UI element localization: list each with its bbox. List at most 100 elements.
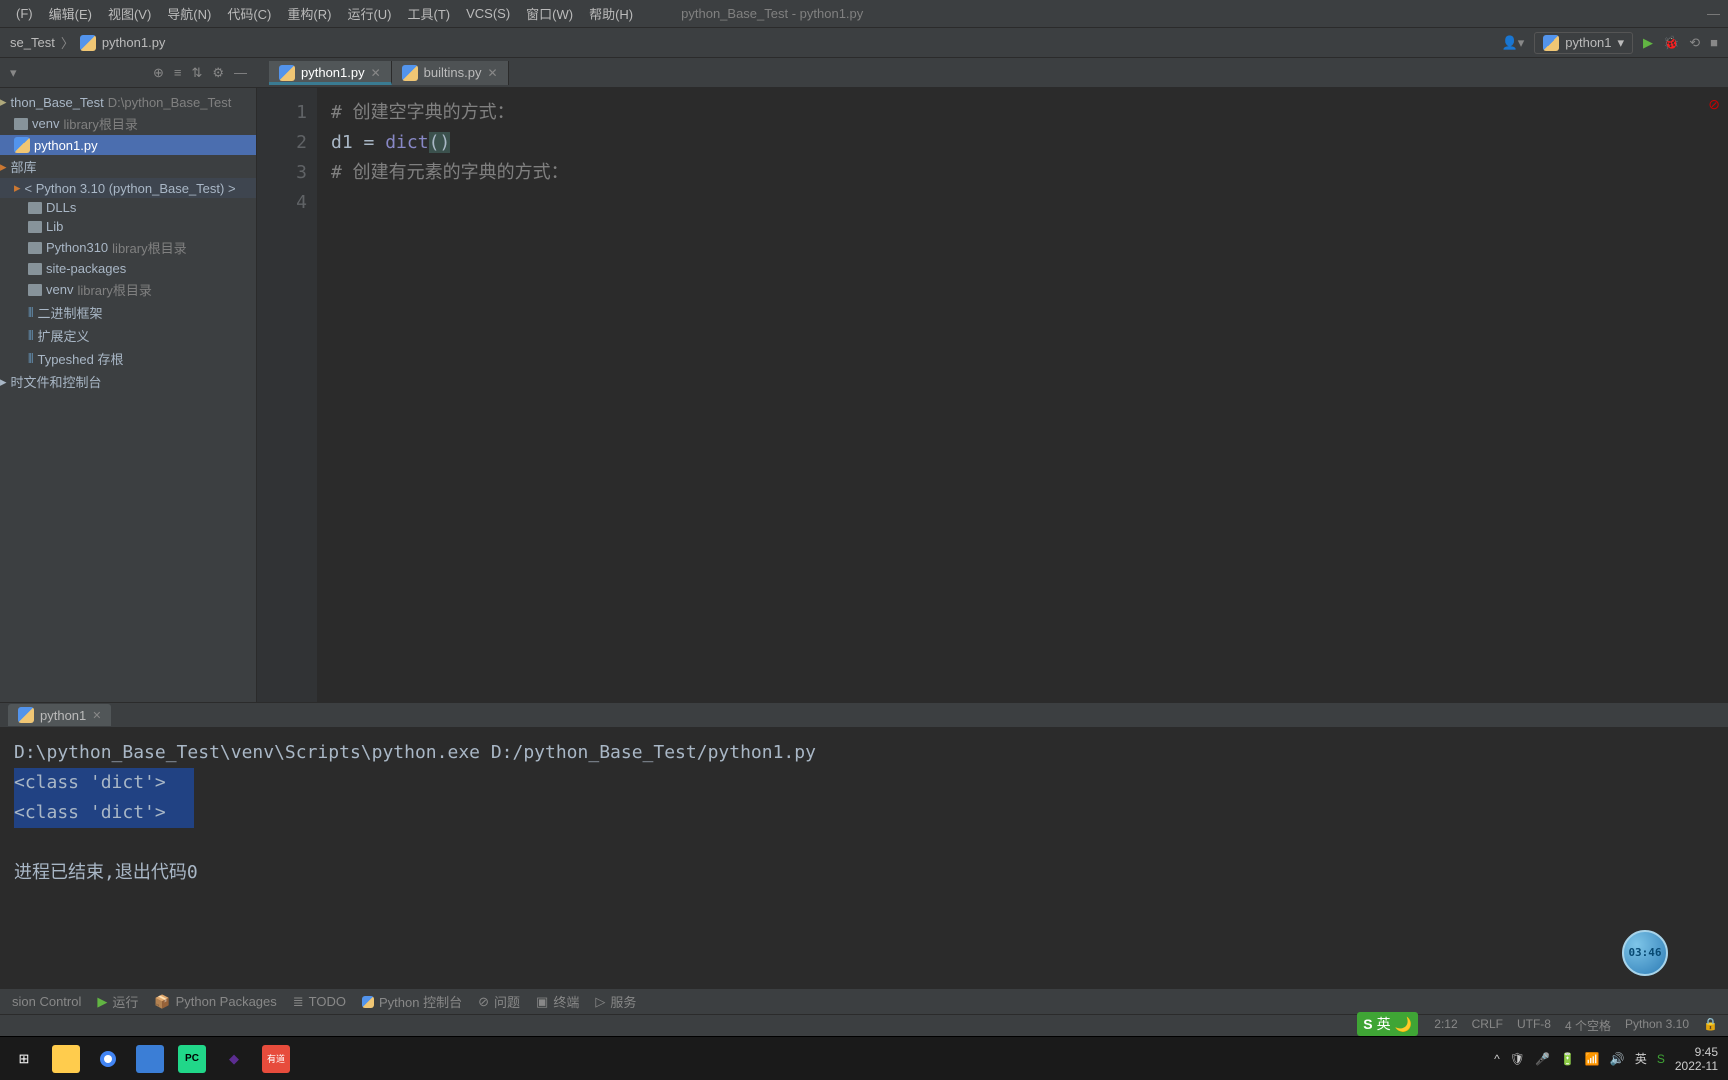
line-number: 1 — [273, 98, 307, 128]
breadcrumb[interactable]: se_Test 〉 python1.py — [10, 33, 1502, 52]
run-config-label: python1 — [1565, 35, 1611, 50]
run-console[interactable]: D:\python_Base_Test\venv\Scripts\python.… — [0, 728, 1728, 988]
gear-icon[interactable]: ⚙ — [212, 65, 224, 81]
tree-item[interactable]: Lib — [0, 217, 256, 236]
menu-tools[interactable]: 工具(T) — [399, 0, 458, 27]
debug-button[interactable]: 🐞 — [1663, 35, 1679, 51]
tree-item[interactable]: ⫴ 二进制框架 — [0, 301, 256, 324]
status-interpreter[interactable]: Python 3.10 — [1625, 1017, 1689, 1034]
status-lock-icon[interactable]: 🔒 — [1703, 1017, 1718, 1034]
tool-services[interactable]: ▷服务 — [595, 992, 636, 1011]
taskbar-chrome[interactable] — [94, 1045, 122, 1073]
ime-badge[interactable]: S英🌙 — [1357, 1012, 1418, 1036]
stubs-icon: ⫴ — [28, 351, 33, 367]
win-minimize[interactable]: — — [1707, 6, 1720, 21]
run-with-coverage-button[interactable]: ⟲ — [1689, 35, 1700, 51]
tray-mic-icon[interactable]: 🎤 — [1535, 1052, 1550, 1066]
breadcrumb-root[interactable]: se_Test — [10, 35, 55, 50]
breadcrumb-file[interactable]: python1.py — [102, 35, 166, 50]
tool-python-console[interactable]: Python 控制台 — [362, 992, 462, 1011]
console-line[interactable]: <class 'dict'> — [14, 768, 1714, 798]
tree-item[interactable]: ⫴ Typeshed 存根 — [0, 347, 256, 370]
menu-run[interactable]: 运行(U) — [339, 0, 399, 27]
taskbar-explorer[interactable] — [52, 1045, 80, 1073]
code-content[interactable]: # 创建空字典的方式：d1 = dict()# 创建有元素的字典的方式： — [317, 88, 1728, 702]
tree-label: venv — [46, 282, 73, 297]
editor-tab-python1[interactable]: python1.py ✕ — [269, 61, 392, 85]
tree-item[interactable]: Python310 library根目录 — [0, 236, 256, 259]
console-line[interactable]: <class 'dict'> — [14, 798, 1714, 828]
tree-item[interactable]: ▸ 时文件和控制台 — [0, 370, 256, 393]
code-line[interactable]: # 创建有元素的字典的方式： — [331, 158, 1714, 188]
menu-refactor[interactable]: 重构(R) — [279, 0, 339, 27]
menu-help[interactable]: 帮助(H) — [581, 0, 641, 27]
tool-python-packages[interactable]: 📦Python Packages — [154, 994, 276, 1010]
run-tab-python1[interactable]: python1 ✕ — [8, 704, 111, 726]
taskbar-youdao[interactable]: 有道 — [262, 1045, 290, 1073]
tool-version-control[interactable]: sion Control — [12, 994, 81, 1009]
minimize-panel-icon[interactable]: — — [234, 65, 247, 80]
collapse-all-icon[interactable]: ≡ — [174, 65, 182, 80]
run-button[interactable]: ▶ — [1643, 35, 1653, 51]
console-line[interactable]: 进程已结束,退出代码0 — [14, 858, 1714, 888]
run-configuration-selector[interactable]: python1 ▾ — [1534, 32, 1633, 54]
code-line[interactable]: # 创建空字典的方式： — [331, 98, 1714, 128]
taskbar-vscode[interactable]: ◆ — [220, 1045, 248, 1073]
tree-item[interactable]: site-packages — [0, 259, 256, 278]
tree-label: DLLs — [46, 200, 76, 215]
code-editor[interactable]: 1234 # 创建空字典的方式：d1 = dict()# 创建有元素的字典的方式… — [257, 88, 1728, 702]
status-line-separator[interactable]: CRLF — [1472, 1017, 1503, 1034]
tree-item[interactable]: python1.py — [0, 135, 256, 155]
tray-sogou-icon[interactable]: S — [1657, 1052, 1665, 1066]
chevron-down-icon: ▾ — [1618, 35, 1625, 51]
status-indent[interactable]: 4 个空格 — [1565, 1017, 1611, 1034]
locate-icon[interactable]: ⊕ — [153, 65, 164, 81]
tree-item[interactable]: ▸ 部库 — [0, 155, 256, 178]
stop-button[interactable]: ■ — [1710, 35, 1718, 50]
project-tree[interactable]: ▸ thon_Base_Test D:\python_Base_Test ven… — [0, 88, 256, 702]
close-tab-icon[interactable]: ✕ — [487, 66, 497, 80]
console-line[interactable]: D:\python_Base_Test\venv\Scripts\python.… — [14, 738, 1714, 768]
code-line[interactable] — [331, 188, 1714, 218]
menu-navigate[interactable]: 导航(N) — [159, 0, 219, 27]
menu-file[interactable]: (F) — [8, 2, 41, 25]
status-cursor-position[interactable]: 2:12 — [1434, 1017, 1457, 1034]
status-encoding[interactable]: UTF-8 — [1517, 1017, 1551, 1034]
tree-item[interactable]: ⫴ 扩展定义 — [0, 324, 256, 347]
tool-problems[interactable]: ⊘问题 — [478, 992, 520, 1011]
menu-vcs[interactable]: VCS(S) — [458, 2, 518, 25]
tray-wifi-icon[interactable]: 📶 — [1585, 1052, 1600, 1066]
tray-battery-icon[interactable]: 🔋 — [1560, 1052, 1575, 1066]
tool-todo[interactable]: ≣TODO — [293, 994, 346, 1010]
user-icon[interactable]: 👤▾ — [1502, 35, 1525, 51]
taskbar-app1[interactable] — [136, 1045, 164, 1073]
menu-code[interactable]: 代码(C) — [219, 0, 279, 27]
tray-volume-icon[interactable]: 🔊 — [1610, 1052, 1625, 1066]
tree-item[interactable]: venv library根目录 — [0, 278, 256, 301]
console-line[interactable] — [14, 828, 1714, 858]
tree-item[interactable]: venv library根目录 — [0, 112, 256, 135]
status-bar: 2:12 CRLF UTF-8 4 个空格 Python 3.10 🔒 — [0, 1014, 1728, 1036]
taskbar-task-view[interactable]: ⊞ — [10, 1045, 38, 1073]
close-run-tab-icon[interactable]: ✕ — [92, 709, 101, 722]
line-number: 3 — [273, 158, 307, 188]
tree-item[interactable]: DLLs — [0, 198, 256, 217]
error-indicator-icon[interactable]: ⊘ — [1708, 96, 1720, 113]
close-tab-icon[interactable]: ✕ — [371, 66, 381, 80]
tray-clock[interactable]: 9:45 2022-11 — [1675, 1045, 1718, 1073]
tray-shield-icon[interactable]: 🛡 — [1510, 1052, 1525, 1066]
dropdown-icon[interactable]: ▾ — [10, 65, 17, 81]
menu-edit[interactable]: 编辑(E) — [41, 0, 100, 27]
expand-icon[interactable]: ⇅ — [191, 65, 202, 81]
tree-item[interactable]: ▸ thon_Base_Test D:\python_Base_Test — [0, 92, 256, 112]
editor-tab-builtins[interactable]: builtins.py ✕ — [392, 61, 509, 85]
tray-expand-icon[interactable]: ^ — [1494, 1052, 1500, 1066]
taskbar-pycharm[interactable]: PC — [178, 1045, 206, 1073]
tray-ime[interactable]: 英 — [1635, 1050, 1647, 1067]
menu-window[interactable]: 窗口(W) — [518, 0, 581, 27]
menu-view[interactable]: 视图(V) — [100, 0, 159, 27]
tree-item[interactable]: ▸ < Python 3.10 (python_Base_Test) > — [0, 178, 256, 198]
code-line[interactable]: d1 = dict() — [331, 128, 1714, 158]
tool-terminal[interactable]: ▣终端 — [536, 992, 579, 1011]
tool-run[interactable]: ▶运行 — [97, 992, 138, 1011]
